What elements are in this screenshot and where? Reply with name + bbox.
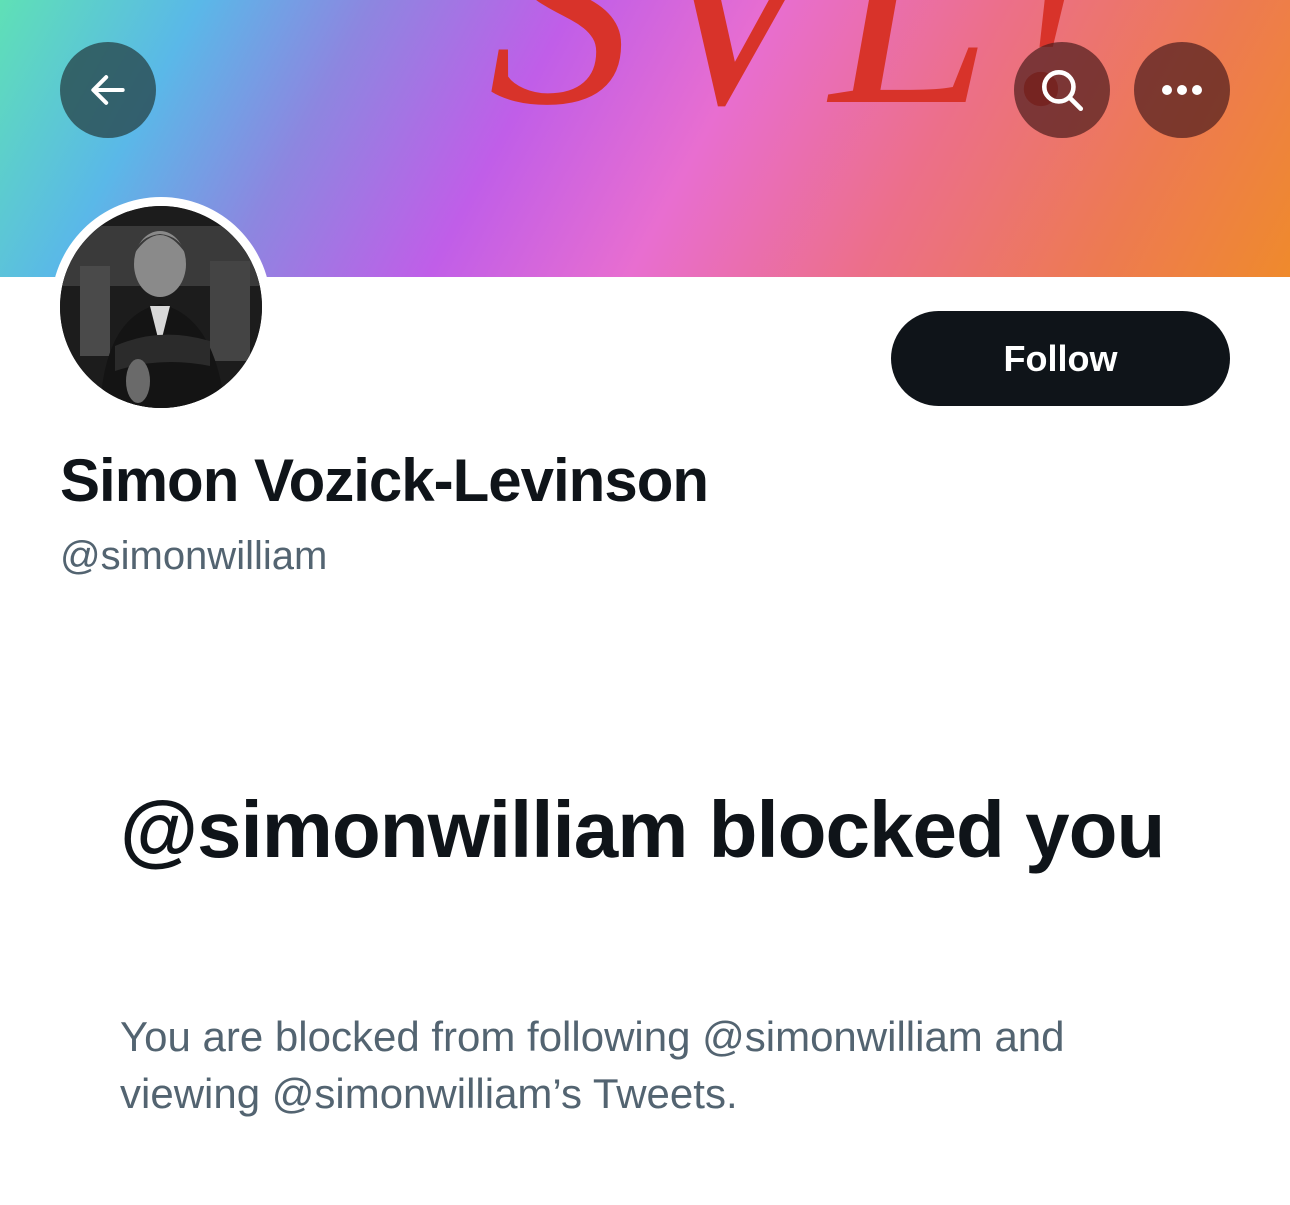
follow-button[interactable]: Follow [891,311,1230,406]
search-icon [1037,65,1087,115]
blocked-title: @simonwilliam blocked you [120,785,1165,874]
arrow-left-icon [86,68,130,112]
avatar[interactable] [60,206,262,408]
more-options-button[interactable] [1134,42,1230,138]
more-horizontal-icon [1160,83,1204,97]
user-handle: @simonwilliam [60,534,328,578]
blocked-description: You are blocked from following @simonwil… [120,1013,1065,1117]
display-name: Simon Vozick-Levinson [60,447,709,514]
back-button[interactable] [60,42,156,138]
banner-logo-text: SVL! [488,0,1108,165]
search-button[interactable] [1014,42,1110,138]
